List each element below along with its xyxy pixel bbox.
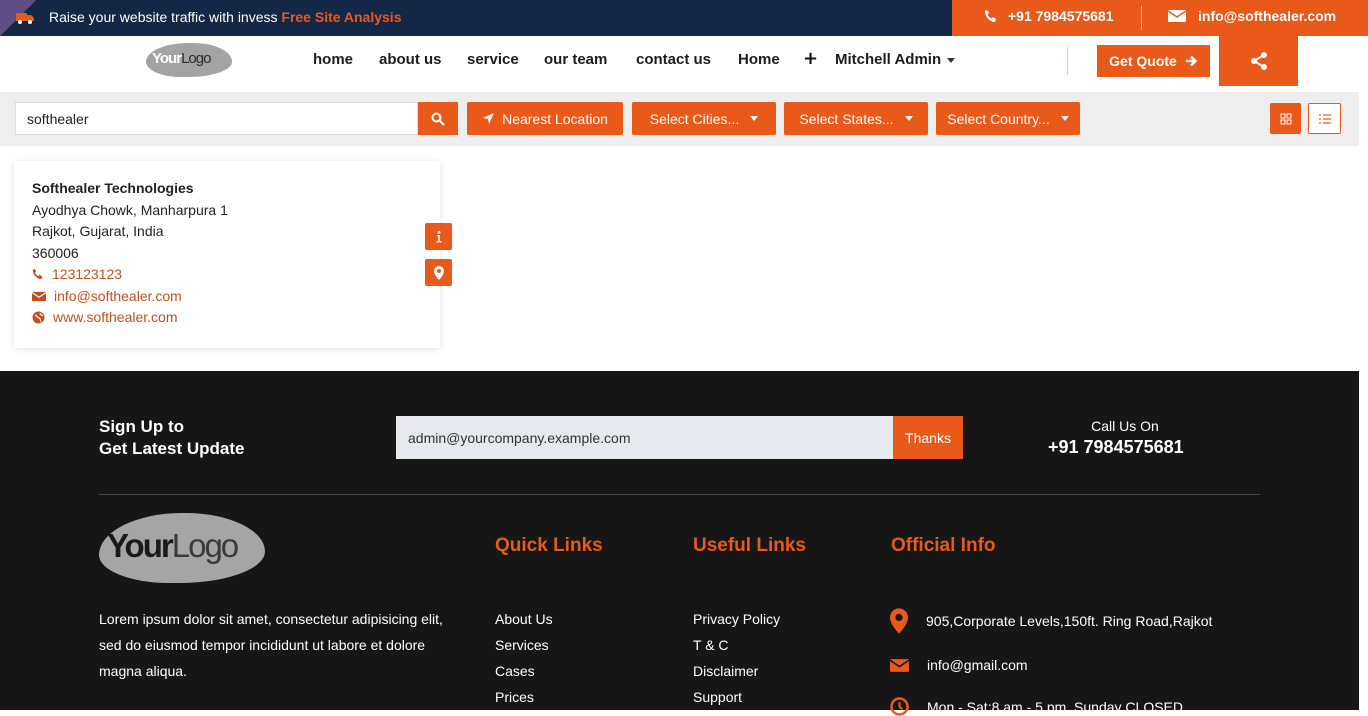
quick-links-heading: Quick Links <box>495 535 603 556</box>
site-logo[interactable]: YourLogo <box>146 43 232 77</box>
footer-address: 905,Corporate Levels,150ft. Ring Road,Ra… <box>890 608 1212 634</box>
grid-icon <box>1280 113 1291 124</box>
card-email-link[interactable]: info@softhealer.com <box>32 288 182 304</box>
card-phone-link[interactable]: 123123123 <box>32 266 122 282</box>
chevron-down-icon <box>750 116 759 121</box>
phone-icon <box>985 10 996 22</box>
select-country-dropdown[interactable]: Select Country... <box>936 102 1080 135</box>
newsletter-submit-button[interactable]: Thanks <box>893 416 963 459</box>
quick-link-cases[interactable]: Cases <box>495 658 553 684</box>
truck-icon <box>16 13 34 24</box>
top-bar: Raise your website traffic with invess F… <box>0 0 1368 36</box>
address-zip: 360006 <box>32 245 79 261</box>
info-button[interactable] <box>425 223 452 250</box>
info-icon <box>436 230 441 242</box>
top-phone[interactable]: +91 7984575681 <box>984 8 1114 24</box>
nav-home[interactable]: home <box>313 51 353 68</box>
get-quote-button[interactable]: Get Quote <box>1097 45 1210 77</box>
useful-links-list: Privacy Policy T & C Disclaimer Support <box>693 606 780 710</box>
quick-link-about-us[interactable]: About Us <box>495 606 553 632</box>
promo-text: Raise your website traffic with invess F… <box>49 9 402 25</box>
contact-separator <box>1141 6 1142 30</box>
phone-icon <box>32 268 43 280</box>
company-name: Softhealer Technologies <box>32 180 194 196</box>
chevron-down-icon <box>904 116 913 121</box>
call-label: Call Us On <box>1091 418 1159 434</box>
map-marker-icon <box>433 265 444 280</box>
footer-about-text: Lorem ipsum dolor sit amet, consectetur … <box>99 611 443 679</box>
plus-icon[interactable]: + <box>803 48 818 69</box>
share-icon <box>1250 52 1267 70</box>
nav-home-2[interactable]: Home <box>738 51 780 68</box>
official-info-heading: Official Info <box>891 535 996 556</box>
arrow-right-icon <box>1185 55 1198 67</box>
signup-heading: Sign Up to Get Latest Update <box>99 417 245 458</box>
search-input[interactable] <box>15 102 418 135</box>
useful-link-support[interactable]: Support <box>693 684 780 710</box>
quick-link-services[interactable]: Services <box>495 632 553 658</box>
map-marker-button[interactable] <box>425 259 452 286</box>
map-marker-icon <box>890 608 908 634</box>
useful-link-disclaimer[interactable]: Disclaimer <box>693 658 780 684</box>
select-states-dropdown[interactable]: Select States... <box>784 102 928 135</box>
list-icon <box>1318 113 1331 124</box>
quick-links-list: About Us Services Cases Prices <box>495 606 553 710</box>
envelope-icon <box>890 658 909 672</box>
globe-icon <box>32 311 45 323</box>
footer-divider <box>99 494 1260 495</box>
share-button[interactable] <box>1219 36 1298 86</box>
list-view-button[interactable] <box>1308 103 1341 134</box>
top-email[interactable]: info@softhealer.com <box>1168 8 1336 24</box>
call-number[interactable]: +91 7984575681 <box>1048 437 1184 458</box>
card-website-link[interactable]: www.softhealer.com <box>32 309 178 325</box>
footer-hours: Mon - Sat:8 am - 5 pm, Sunday CLOSED <box>890 697 1183 716</box>
useful-link-terms[interactable]: T & C <box>693 632 780 658</box>
footer-email[interactable]: info@gmail.com <box>890 657 1028 673</box>
nav-service[interactable]: service <box>467 51 519 68</box>
search-icon <box>431 112 445 126</box>
useful-link-privacy-policy[interactable]: Privacy Policy <box>693 606 780 632</box>
user-menu[interactable]: Mitchell Admin <box>835 51 956 68</box>
select-cities-dropdown[interactable]: Select Cities... <box>632 102 776 135</box>
address-city: Rajkot, Gujarat, India <box>32 223 164 239</box>
nav-contact-us[interactable]: contact us <box>636 51 711 68</box>
address-street: Ayodhya Chowk, Manharpura 1 <box>32 202 228 218</box>
grid-view-button[interactable] <box>1270 103 1301 134</box>
nav-about-us[interactable]: about us <box>379 51 442 68</box>
nearest-location-button[interactable]: Nearest Location <box>467 102 623 135</box>
useful-links-heading: Useful Links <box>693 535 806 556</box>
chevron-down-icon <box>1060 116 1069 121</box>
envelope-icon <box>32 291 46 301</box>
location-card: Softhealer Technologies Ayodhya Chowk, M… <box>14 161 440 348</box>
location-arrow-icon <box>483 113 495 124</box>
envelope-icon <box>1168 10 1186 22</box>
newsletter-email-input[interactable] <box>396 416 893 459</box>
clock-icon <box>890 697 909 716</box>
nav-separator <box>1067 47 1068 75</box>
search-button[interactable] <box>418 102 458 135</box>
quick-link-prices[interactable]: Prices <box>495 684 553 710</box>
free-site-analysis-link[interactable]: Free Site Analysis <box>281 9 401 25</box>
chevron-down-icon <box>947 57 956 63</box>
nav-our-team[interactable]: our team <box>544 51 607 68</box>
